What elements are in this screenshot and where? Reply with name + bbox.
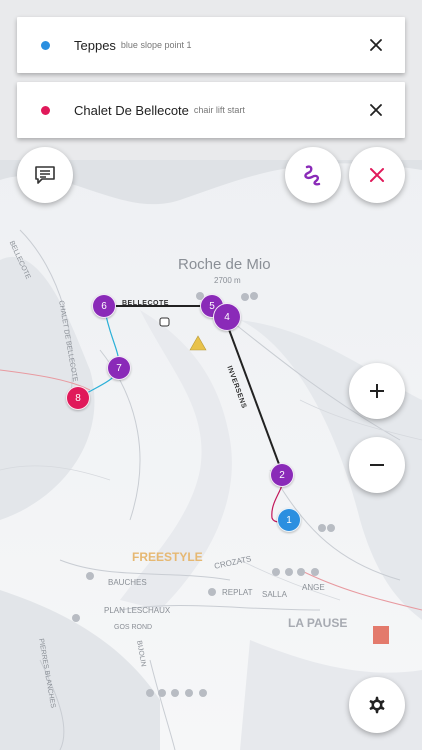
route-marker-7-label: 7 xyxy=(116,362,122,374)
lift-color-dot xyxy=(41,105,50,115)
route-marker-8-label: 8 xyxy=(75,392,81,404)
selection-title: Chalet De Bellecote xyxy=(74,102,189,118)
route-button[interactable] xyxy=(285,147,341,203)
peak-name: Roche de Mio xyxy=(178,256,271,273)
route-marker-4-label: 4 xyxy=(224,311,230,323)
label-replat: REPLAT xyxy=(222,588,253,597)
label-la-pause: LA PAUSE xyxy=(288,616,348,630)
zoom-in-button[interactable] xyxy=(349,363,405,419)
label-freestyle: FREESTYLE xyxy=(132,550,203,564)
cancel-icon xyxy=(370,168,384,182)
route-marker-1-label: 1 xyxy=(286,514,292,526)
selection-panel: Teppes blue slope point 1 Chalet De Bell… xyxy=(0,0,422,160)
selection-card-2[interactable]: Chalet De Bellecote chair lift start xyxy=(17,82,405,138)
route-marker-6-label: 6 xyxy=(101,300,107,312)
label-plan-leschaux: PLAN LESCHAUX xyxy=(104,606,171,615)
label-bauches: BAUCHES xyxy=(108,578,147,587)
label-salla: SALLA xyxy=(262,590,287,599)
selection-title: Teppes xyxy=(74,37,116,53)
minus-icon xyxy=(370,464,384,466)
zoom-out-button[interactable] xyxy=(349,437,405,493)
slope-color-dot xyxy=(41,40,50,50)
close-icon[interactable] xyxy=(365,99,387,121)
route-icon xyxy=(304,165,321,186)
selection-subtitle: chair lift start xyxy=(193,105,245,115)
gear-icon xyxy=(369,696,385,714)
peak-altitude: 2700 m xyxy=(214,276,241,285)
route-marker-4[interactable]: 4 xyxy=(213,303,241,331)
label-ange: ANGE xyxy=(302,583,325,592)
comment-button[interactable] xyxy=(17,147,73,203)
comment-icon xyxy=(35,166,55,184)
label-gos-rond: GOS ROND xyxy=(114,624,153,631)
route-marker-7[interactable]: 7 xyxy=(107,356,131,380)
route-marker-2-label: 2 xyxy=(279,469,285,481)
route-marker-2[interactable]: 2 xyxy=(270,463,294,487)
selection-card-1[interactable]: Teppes blue slope point 1 xyxy=(17,17,405,73)
lift-label-bellecote: BELLECOTE xyxy=(122,300,169,307)
route-marker-6[interactable]: 6 xyxy=(92,294,116,318)
cancel-route-button[interactable] xyxy=(349,147,405,203)
plus-icon xyxy=(370,384,384,398)
settings-button[interactable] xyxy=(349,677,405,733)
route-marker-8[interactable]: 8 xyxy=(66,386,90,410)
selection-subtitle: blue slope point 1 xyxy=(120,40,192,50)
route-marker-1[interactable]: 1 xyxy=(277,508,301,532)
close-icon[interactable] xyxy=(365,34,387,56)
